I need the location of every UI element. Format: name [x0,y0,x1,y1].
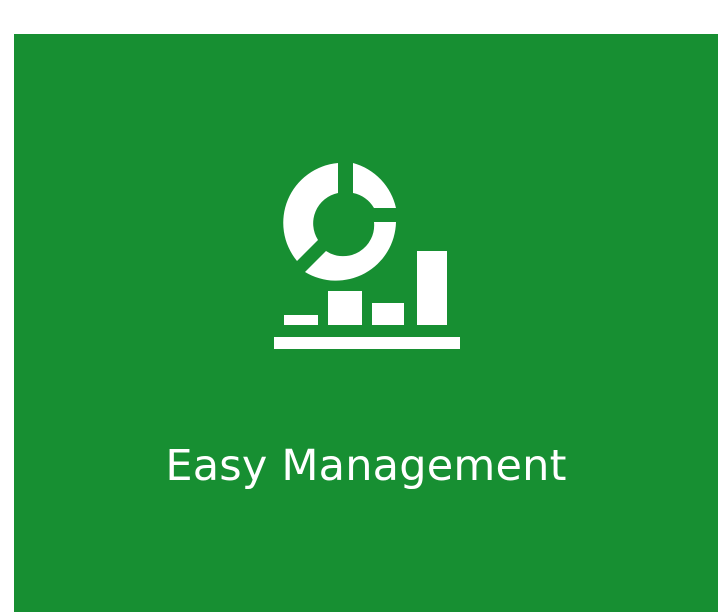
chart-baseline [274,337,460,349]
bar-3 [372,303,404,325]
bar-4 [417,251,447,325]
feature-title: Easy Management [165,441,567,491]
donut-segment-small [353,163,396,208]
donut-segment-large [283,163,338,261]
analytics-chart-icon [274,163,460,349]
donut-segment-bottom [305,222,396,281]
feature-card: Easy Management [14,34,718,612]
bar-1 [284,315,318,325]
bar-2 [328,291,362,325]
